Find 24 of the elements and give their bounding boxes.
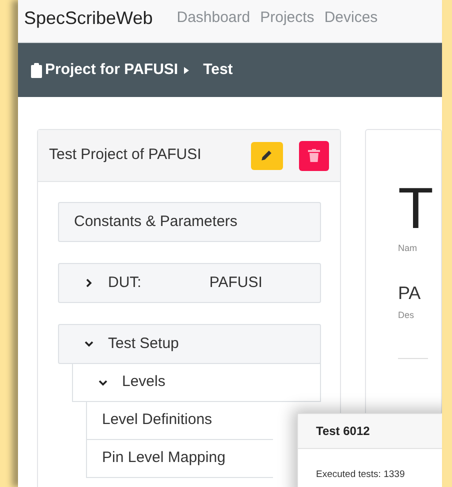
tree-item[interactable]: Levels bbox=[72, 363, 321, 402]
tree-item[interactable]: Test Setup bbox=[58, 324, 321, 364]
detail-heading: T bbox=[398, 180, 434, 238]
pencil-icon bbox=[260, 149, 274, 162]
brand-name[interactable]: SpecScribeWeb bbox=[24, 4, 153, 32]
chevron-down-icon bbox=[98, 378, 108, 388]
card-title: Test Project of PAFUSI bbox=[49, 145, 202, 166]
clipboard-icon bbox=[31, 62, 42, 78]
tree-item[interactable]: Pin Level Mapping bbox=[86, 439, 273, 478]
field-caption: Des bbox=[398, 308, 414, 322]
chevron-right-icon bbox=[84, 278, 94, 288]
tree-item[interactable]: Constants & Parameters bbox=[58, 202, 321, 242]
edit-button[interactable] bbox=[250, 142, 283, 170]
trash-icon bbox=[308, 149, 320, 162]
caret-icon bbox=[184, 66, 190, 74]
popup-title: Test 6012 bbox=[316, 423, 370, 440]
field-caption: Nam bbox=[398, 242, 417, 255]
delete-button[interactable] bbox=[298, 140, 329, 170]
breadcrumb-link[interactable]: Project for PAFUSI bbox=[45, 58, 178, 82]
breadcrumb-link[interactable]: Test bbox=[203, 58, 233, 82]
popup-text: Executed tests: 1339 bbox=[316, 469, 405, 480]
tree-item[interactable]: DUT: PAFUSI bbox=[58, 263, 321, 303]
chevron-down-icon bbox=[84, 339, 94, 349]
detail-subheading: PA bbox=[398, 282, 421, 304]
